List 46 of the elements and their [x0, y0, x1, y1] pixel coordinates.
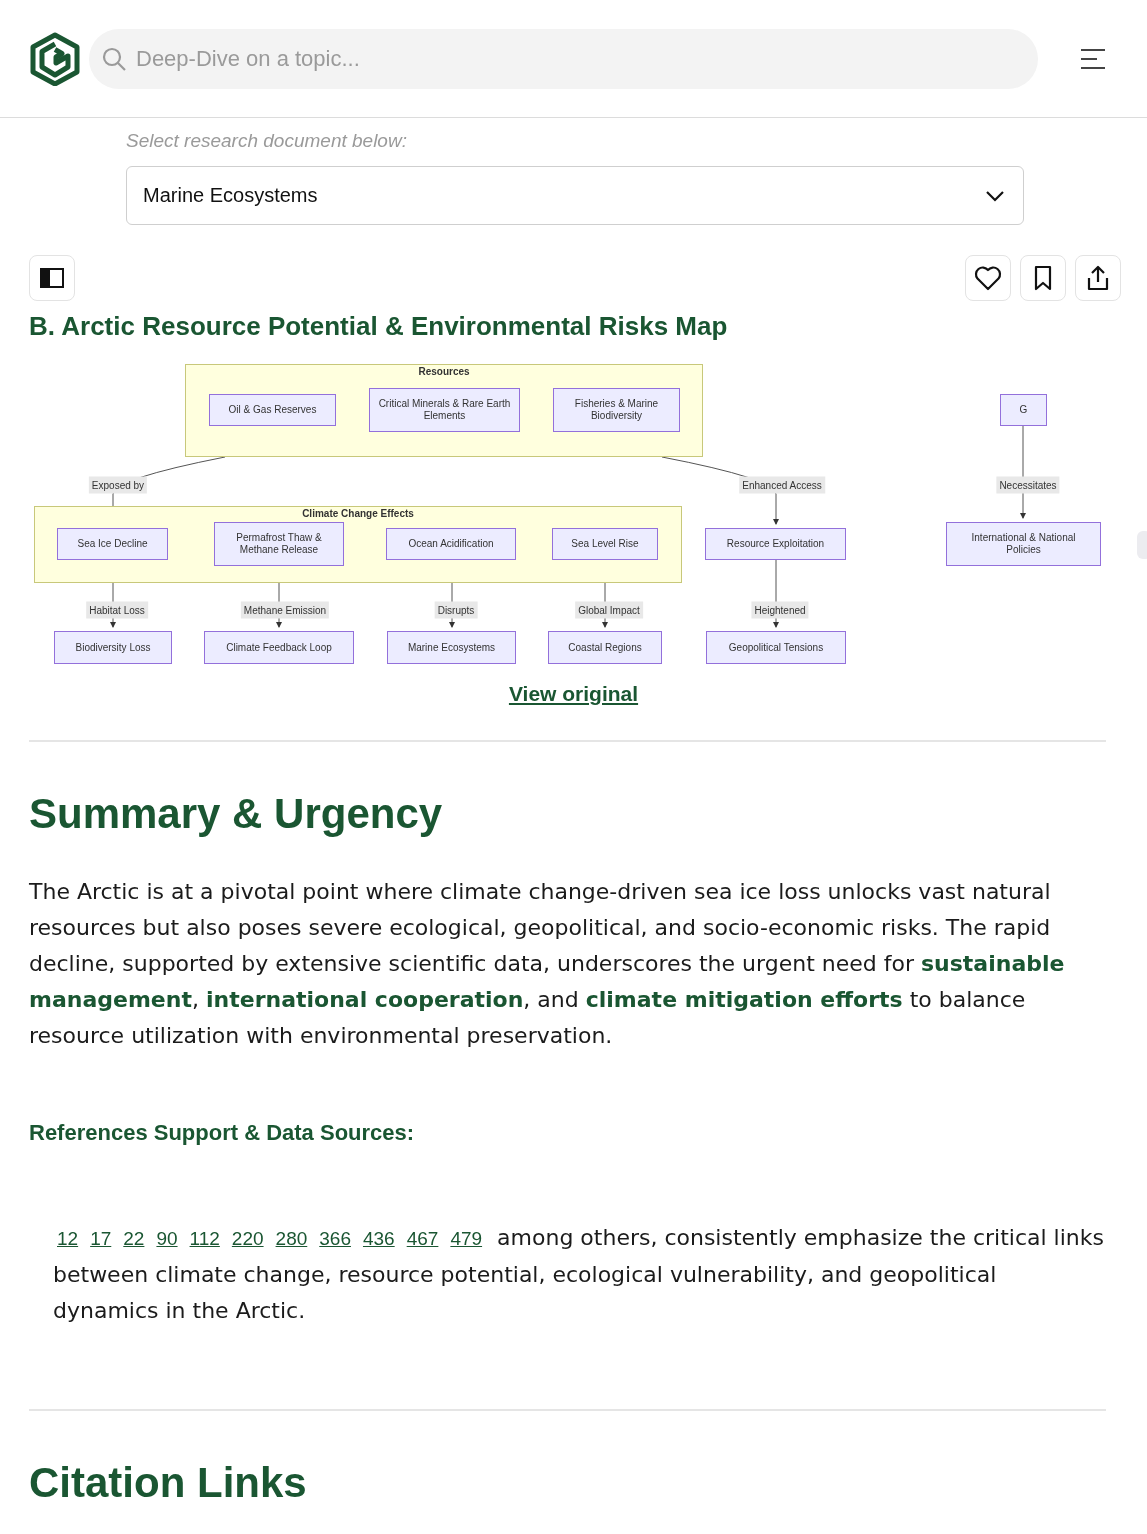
group-title: Climate Change Effects	[302, 508, 414, 519]
citation-links-heading: Citation Links	[29, 1459, 308, 1507]
diagram-node: Ocean Acidification	[386, 528, 516, 560]
citation-link[interactable]: 220	[231, 1228, 264, 1249]
diagram-node: Coastal Regions	[548, 631, 662, 664]
references-heading: References Support & Data Sources:	[29, 1120, 416, 1146]
edge-label: Necessitates	[996, 476, 1060, 494]
citation-link[interactable]: 366	[319, 1228, 351, 1249]
citation-link[interactable]: 22	[123, 1228, 145, 1249]
diagram-node: Oil & Gas Reserves	[209, 394, 336, 426]
edge-label: Enhanced Access	[739, 476, 825, 494]
citation-link[interactable]: 12	[57, 1228, 79, 1249]
section-title: B. Arctic Resource Potential & Environmental Risks Map	[29, 311, 729, 342]
edge-label: Global Impact	[575, 601, 643, 619]
citation-link[interactable]: 479	[450, 1228, 483, 1249]
diagram-node: Permafrost Thaw & Methane Release	[214, 522, 344, 566]
select-label: Select research document below:	[126, 130, 408, 152]
search-field[interactable]: Deep-Dive on a topic...	[89, 28, 1038, 89]
citation-link[interactable]: 112	[189, 1228, 220, 1249]
edge-label: Exposed by	[88, 476, 148, 494]
summary-heading: Summary & Urgency	[29, 790, 444, 838]
diagram-node: Sea Level Rise	[552, 528, 658, 560]
citation-link[interactable]: 280	[275, 1228, 308, 1249]
edge-label: Heightened	[751, 601, 809, 619]
group-title: Resources	[418, 366, 470, 377]
references-text: 12 17 22 90 112 220 280 366 436 467 479 among others, consistently emphasize the critical links between climate change, resource potential, ecological vulnerability, and geopolitical dynamics in the Arctic.	[53, 1224, 1105, 1325]
citation-link[interactable]: 436	[362, 1228, 395, 1249]
edge-label: Habitat Loss	[86, 601, 148, 619]
diagram-node: Biodiversity Loss	[54, 631, 172, 664]
diagram-node: Resource Exploitation	[705, 528, 846, 560]
diagram-node: Marine Ecosystems	[387, 631, 516, 664]
edge-label: Methane Emission	[240, 601, 330, 619]
diagram-node: Fisheries & Marine Biodiversity	[553, 388, 680, 432]
summary-text: The Arctic is at a pivotal point where climate change-driven sea ice loss unlocks vast natural resources but also poses severe ecological, geopolitical, and socio-economic risks. The rapid decline, supported by extensive scientific data, underscores the urgent need for sustainable management, international cooperation, and climate mitigation efforts to balance resource utilization with environmental preservation.	[29, 878, 1066, 1050]
citation-link[interactable]: 17	[90, 1228, 112, 1249]
document-dropdown[interactable]: Marine Ecosystems	[126, 166, 1024, 225]
diagram-node: Climate Feedback Loop	[204, 631, 354, 664]
diagram-node: Critical Minerals & Rare Earth Elements	[369, 388, 520, 432]
edge-label: Disrupts	[434, 601, 478, 619]
view-original-link[interactable]: View original	[508, 682, 639, 705]
diagram-node: Geopolitical Tensions	[706, 631, 846, 664]
diagram-node: Sea Ice Decline	[57, 528, 168, 560]
diagram-node: G	[1000, 394, 1047, 426]
citation-link[interactable]: 90	[156, 1228, 178, 1249]
citation-link[interactable]: 467	[406, 1228, 439, 1249]
diagram-node: International & National Policies	[946, 522, 1101, 566]
